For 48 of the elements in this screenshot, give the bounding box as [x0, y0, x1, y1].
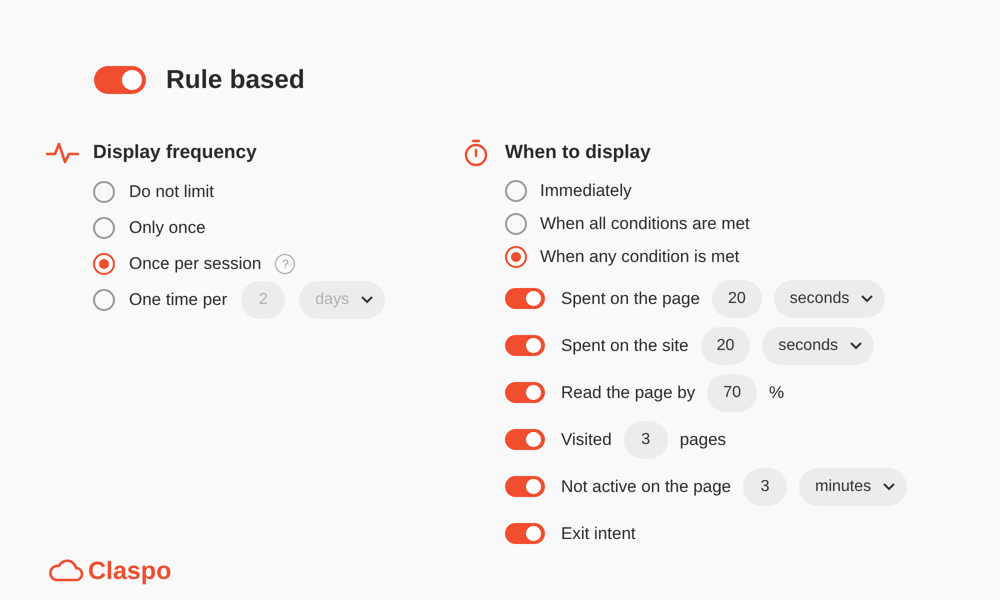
radio-button[interactable]	[93, 252, 115, 274]
radio-button[interactable]	[505, 213, 527, 235]
number-field[interactable]: 20	[712, 280, 762, 318]
option-label: Do not limit	[129, 180, 214, 203]
section-title: Rule based	[166, 63, 305, 96]
chevron-down-icon	[883, 482, 896, 490]
timer-icon	[463, 139, 489, 168]
number-field[interactable]: 3	[743, 468, 788, 506]
toggle-switch[interactable]	[505, 335, 545, 356]
condition-label: Read the page by	[561, 382, 696, 404]
condition-label: Spent on the site	[561, 334, 689, 357]
toggle-switch[interactable]	[505, 382, 545, 403]
number-field[interactable]: 70	[707, 374, 758, 412]
radio-button[interactable]	[93, 180, 115, 202]
pulse-icon	[46, 141, 79, 166]
unit-dropdown[interactable]: seconds	[762, 326, 874, 364]
condition-label: Exit intent	[561, 522, 636, 545]
condition-label: Visited	[561, 428, 612, 451]
option-label: Immediately	[540, 180, 632, 202]
option-label: Once per session	[129, 252, 262, 275]
radio-button[interactable]	[505, 180, 527, 202]
cloud-icon	[46, 559, 84, 584]
number-field[interactable]: 20	[700, 326, 750, 364]
unit-dropdown[interactable]: seconds	[774, 280, 886, 318]
option-label: One time per	[129, 288, 228, 311]
option-label: When any condition is met	[540, 246, 740, 268]
number-field[interactable]: 3	[624, 420, 668, 458]
toggle-switch[interactable]	[94, 66, 146, 94]
radio-button[interactable]	[93, 216, 115, 238]
toggle-switch[interactable]	[505, 429, 545, 450]
chevron-down-icon	[850, 342, 862, 350]
condition-label: Not active on the page	[561, 476, 732, 498]
section-heading: When to display	[505, 141, 651, 165]
logo-text: Claspo	[88, 556, 172, 586]
help-icon: ?	[275, 254, 296, 274]
chevron-down-icon	[361, 296, 374, 304]
unit-label: %	[769, 382, 784, 404]
option-label: When all conditions are met	[540, 213, 750, 236]
toggle-switch[interactable]	[505, 288, 545, 309]
unit-dropdown[interactable]: minutes	[799, 468, 908, 506]
condition-label: Spent on the page	[561, 288, 700, 310]
unit-label: pages	[680, 428, 726, 451]
section-heading: Display frequency	[93, 141, 257, 165]
toggle-switch[interactable]	[505, 523, 545, 544]
radio-button[interactable]	[505, 246, 527, 268]
chevron-down-icon	[861, 294, 874, 302]
option-label: Only once	[129, 216, 206, 239]
toggle-switch[interactable]	[505, 476, 545, 497]
